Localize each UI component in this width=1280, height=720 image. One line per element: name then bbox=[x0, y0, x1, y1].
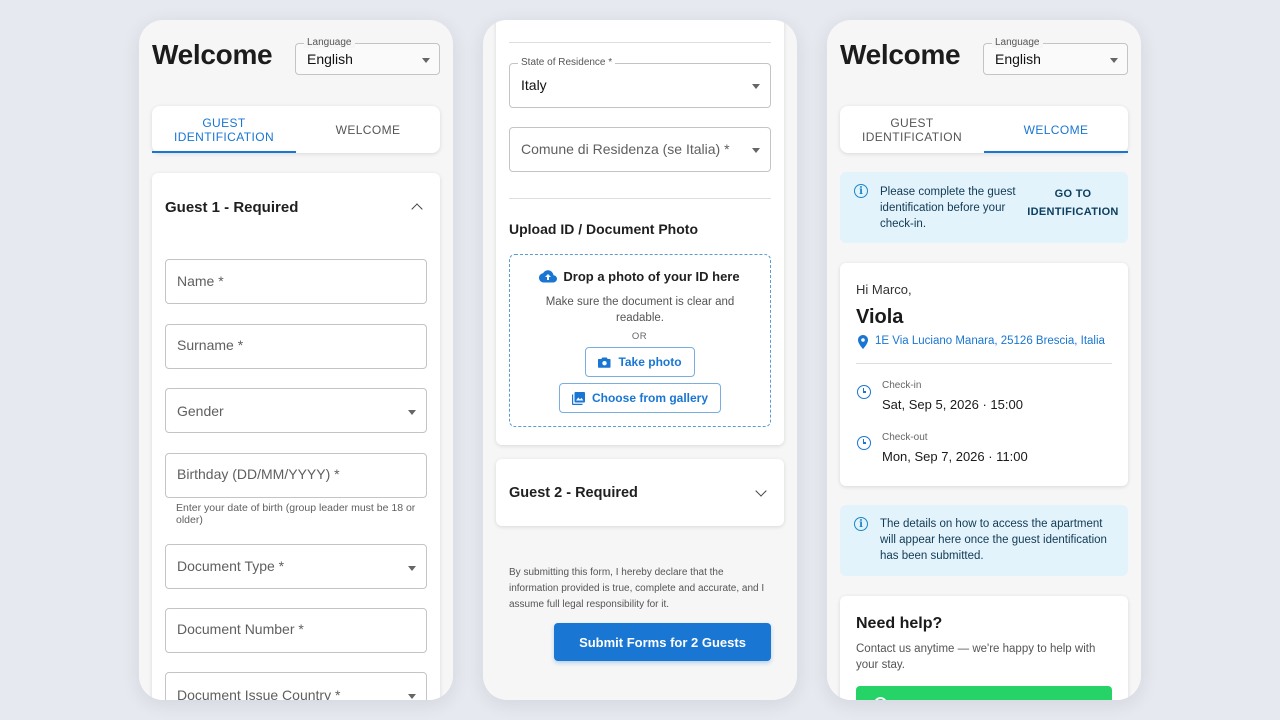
guest-1-card-continued: State of Residence * Italy Comune di Res… bbox=[496, 20, 784, 445]
page-title: Welcome bbox=[152, 39, 273, 70]
id-dropzone[interactable]: Drop a photo of your ID here Make sure t… bbox=[509, 254, 771, 427]
active-tab-indicator bbox=[984, 151, 1128, 153]
surname-field[interactable]: Surname * bbox=[165, 324, 427, 369]
language-select[interactable]: Language English bbox=[295, 37, 440, 75]
document-type-select[interactable]: Document Type * bbox=[165, 544, 427, 589]
caret-down-icon bbox=[408, 566, 416, 571]
comune-label: Comune di Residenza (se Italia) * bbox=[521, 141, 730, 157]
info-icon: i bbox=[854, 517, 868, 531]
document-number-label: Document Number * bbox=[177, 621, 304, 637]
caret-down-icon bbox=[752, 84, 760, 89]
divider bbox=[509, 198, 771, 199]
document-type-label: Document Type * bbox=[177, 558, 285, 574]
guest-1-title: Guest 1 - Required bbox=[165, 199, 299, 216]
identification-alert: i Please complete the guest identificati… bbox=[840, 172, 1128, 243]
name-field[interactable]: Name * bbox=[165, 259, 427, 304]
help-title: Need help? bbox=[856, 615, 943, 632]
camera-icon bbox=[598, 357, 611, 368]
upload-title: Upload ID / Document Photo bbox=[509, 221, 698, 237]
dropzone-hint: Make sure the document is clear and read… bbox=[545, 296, 735, 324]
greeting: Hi Marco, bbox=[856, 282, 912, 297]
help-card: Need help? Contact us anytime — we're ha… bbox=[840, 596, 1128, 700]
whatsapp-icon bbox=[874, 697, 887, 700]
tab-guest-identification[interactable]: Guest Identification bbox=[152, 106, 296, 153]
guest-identification-scrolled-screen: State of Residence * Italy Comune di Res… bbox=[483, 20, 797, 700]
state-of-residence-value: Italy bbox=[521, 77, 547, 93]
clock-icon bbox=[857, 385, 871, 399]
clock-icon bbox=[857, 436, 871, 450]
comune-select[interactable]: Comune di Residenza (se Italia) * bbox=[509, 127, 771, 172]
birthday-helper-text: Enter your date of birth (group leader m… bbox=[176, 502, 416, 526]
language-value: English bbox=[995, 51, 1041, 67]
submit-forms-button[interactable]: Submit Forms for 2 Guests bbox=[554, 623, 771, 661]
guest-identification-screen: Welcome Language English Guest Identific… bbox=[139, 20, 453, 700]
birthday-field[interactable]: Birthday (DD/MM/YYYY) * bbox=[165, 453, 427, 498]
name-label: Name * bbox=[177, 273, 224, 289]
info-icon: i bbox=[854, 184, 868, 198]
checkin-value: Sat, Sep 5, 2026 · 15:00 bbox=[882, 397, 1023, 412]
access-info-alert: i The details on how to access the apart… bbox=[840, 505, 1128, 576]
caret-down-icon bbox=[752, 148, 760, 153]
location-pin-icon bbox=[858, 335, 868, 349]
identification-alert-text: Please complete the guest identification… bbox=[880, 186, 1016, 230]
page-title: Welcome bbox=[840, 39, 961, 70]
guest-1-card: Guest 1 - Required Name * Surname * Gend… bbox=[152, 173, 440, 700]
document-issue-country-label: Document Issue Country * bbox=[177, 687, 341, 700]
active-tab-indicator bbox=[152, 151, 296, 153]
cloud-upload-icon bbox=[539, 270, 558, 283]
legal-disclaimer: By submitting this form, I hereby declar… bbox=[509, 567, 765, 610]
take-photo-label: Take photo bbox=[618, 355, 682, 369]
birthday-label: Birthday (DD/MM/YYYY) * bbox=[177, 466, 340, 482]
choose-gallery-label: Choose from gallery bbox=[591, 391, 709, 405]
divider bbox=[509, 42, 771, 43]
contact-whatsapp-button[interactable] bbox=[856, 686, 1112, 700]
guest-2-card[interactable]: Guest 2 - Required bbox=[496, 459, 784, 526]
caret-down-icon bbox=[1110, 58, 1118, 63]
tab-guest-identification[interactable]: Guest Identification bbox=[840, 106, 984, 153]
gender-select[interactable]: Gender bbox=[165, 388, 427, 433]
document-issue-country-select[interactable]: Document Issue Country * bbox=[165, 672, 427, 700]
language-select[interactable]: Language English bbox=[983, 37, 1128, 75]
take-photo-button[interactable]: Take photo bbox=[585, 347, 695, 377]
language-label: Language bbox=[304, 37, 355, 48]
language-value: English bbox=[307, 51, 353, 67]
guest-2-title: Guest 2 - Required bbox=[509, 485, 638, 501]
or-separator: OR bbox=[631, 331, 648, 342]
dropzone-header: Drop a photo of your ID here bbox=[510, 269, 769, 284]
property-address[interactable]: 1E Via Luciano Manara, 25126 Brescia, It… bbox=[875, 335, 1105, 347]
caret-down-icon bbox=[408, 410, 416, 415]
welcome-screen: Welcome Language English Guest Identific… bbox=[827, 20, 1141, 700]
state-of-residence-label: State of Residence * bbox=[518, 57, 616, 68]
divider bbox=[856, 363, 1112, 364]
checkin-label: Check-in bbox=[882, 380, 922, 391]
help-text: Contact us anytime — we're happy to help… bbox=[856, 643, 1096, 671]
state-of-residence-select[interactable]: State of Residence * Italy bbox=[509, 57, 771, 108]
document-number-field[interactable]: Document Number * bbox=[165, 608, 427, 653]
checkout-value: Mon, Sep 7, 2026 · 11:00 bbox=[882, 449, 1028, 464]
gender-label: Gender bbox=[177, 403, 224, 419]
caret-down-icon bbox=[408, 694, 416, 699]
access-info-text: The details on how to access the apartme… bbox=[880, 518, 1107, 562]
go-to-identification-button[interactable]: Go to Identification bbox=[1024, 185, 1122, 221]
tab-bar: Guest Identification Welcome bbox=[152, 106, 440, 153]
language-label: Language bbox=[992, 37, 1043, 48]
tab-bar: Guest Identification Welcome bbox=[840, 106, 1128, 153]
tab-welcome[interactable]: Welcome bbox=[984, 106, 1128, 153]
booking-card: Hi Marco, Viola 1E Via Luciano Manara, 2… bbox=[840, 263, 1128, 486]
surname-label: Surname * bbox=[177, 337, 244, 353]
choose-gallery-button[interactable]: Choose from gallery bbox=[559, 383, 721, 413]
caret-down-icon bbox=[422, 58, 430, 63]
chevron-down-icon[interactable] bbox=[755, 485, 767, 497]
tab-welcome[interactable]: Welcome bbox=[296, 106, 440, 153]
dropzone-title: Drop a photo of your ID here bbox=[563, 269, 740, 284]
gallery-icon bbox=[571, 391, 585, 405]
chevron-up-icon[interactable] bbox=[411, 203, 423, 215]
checkout-label: Check-out bbox=[882, 432, 928, 443]
property-name: Viola bbox=[856, 306, 904, 328]
